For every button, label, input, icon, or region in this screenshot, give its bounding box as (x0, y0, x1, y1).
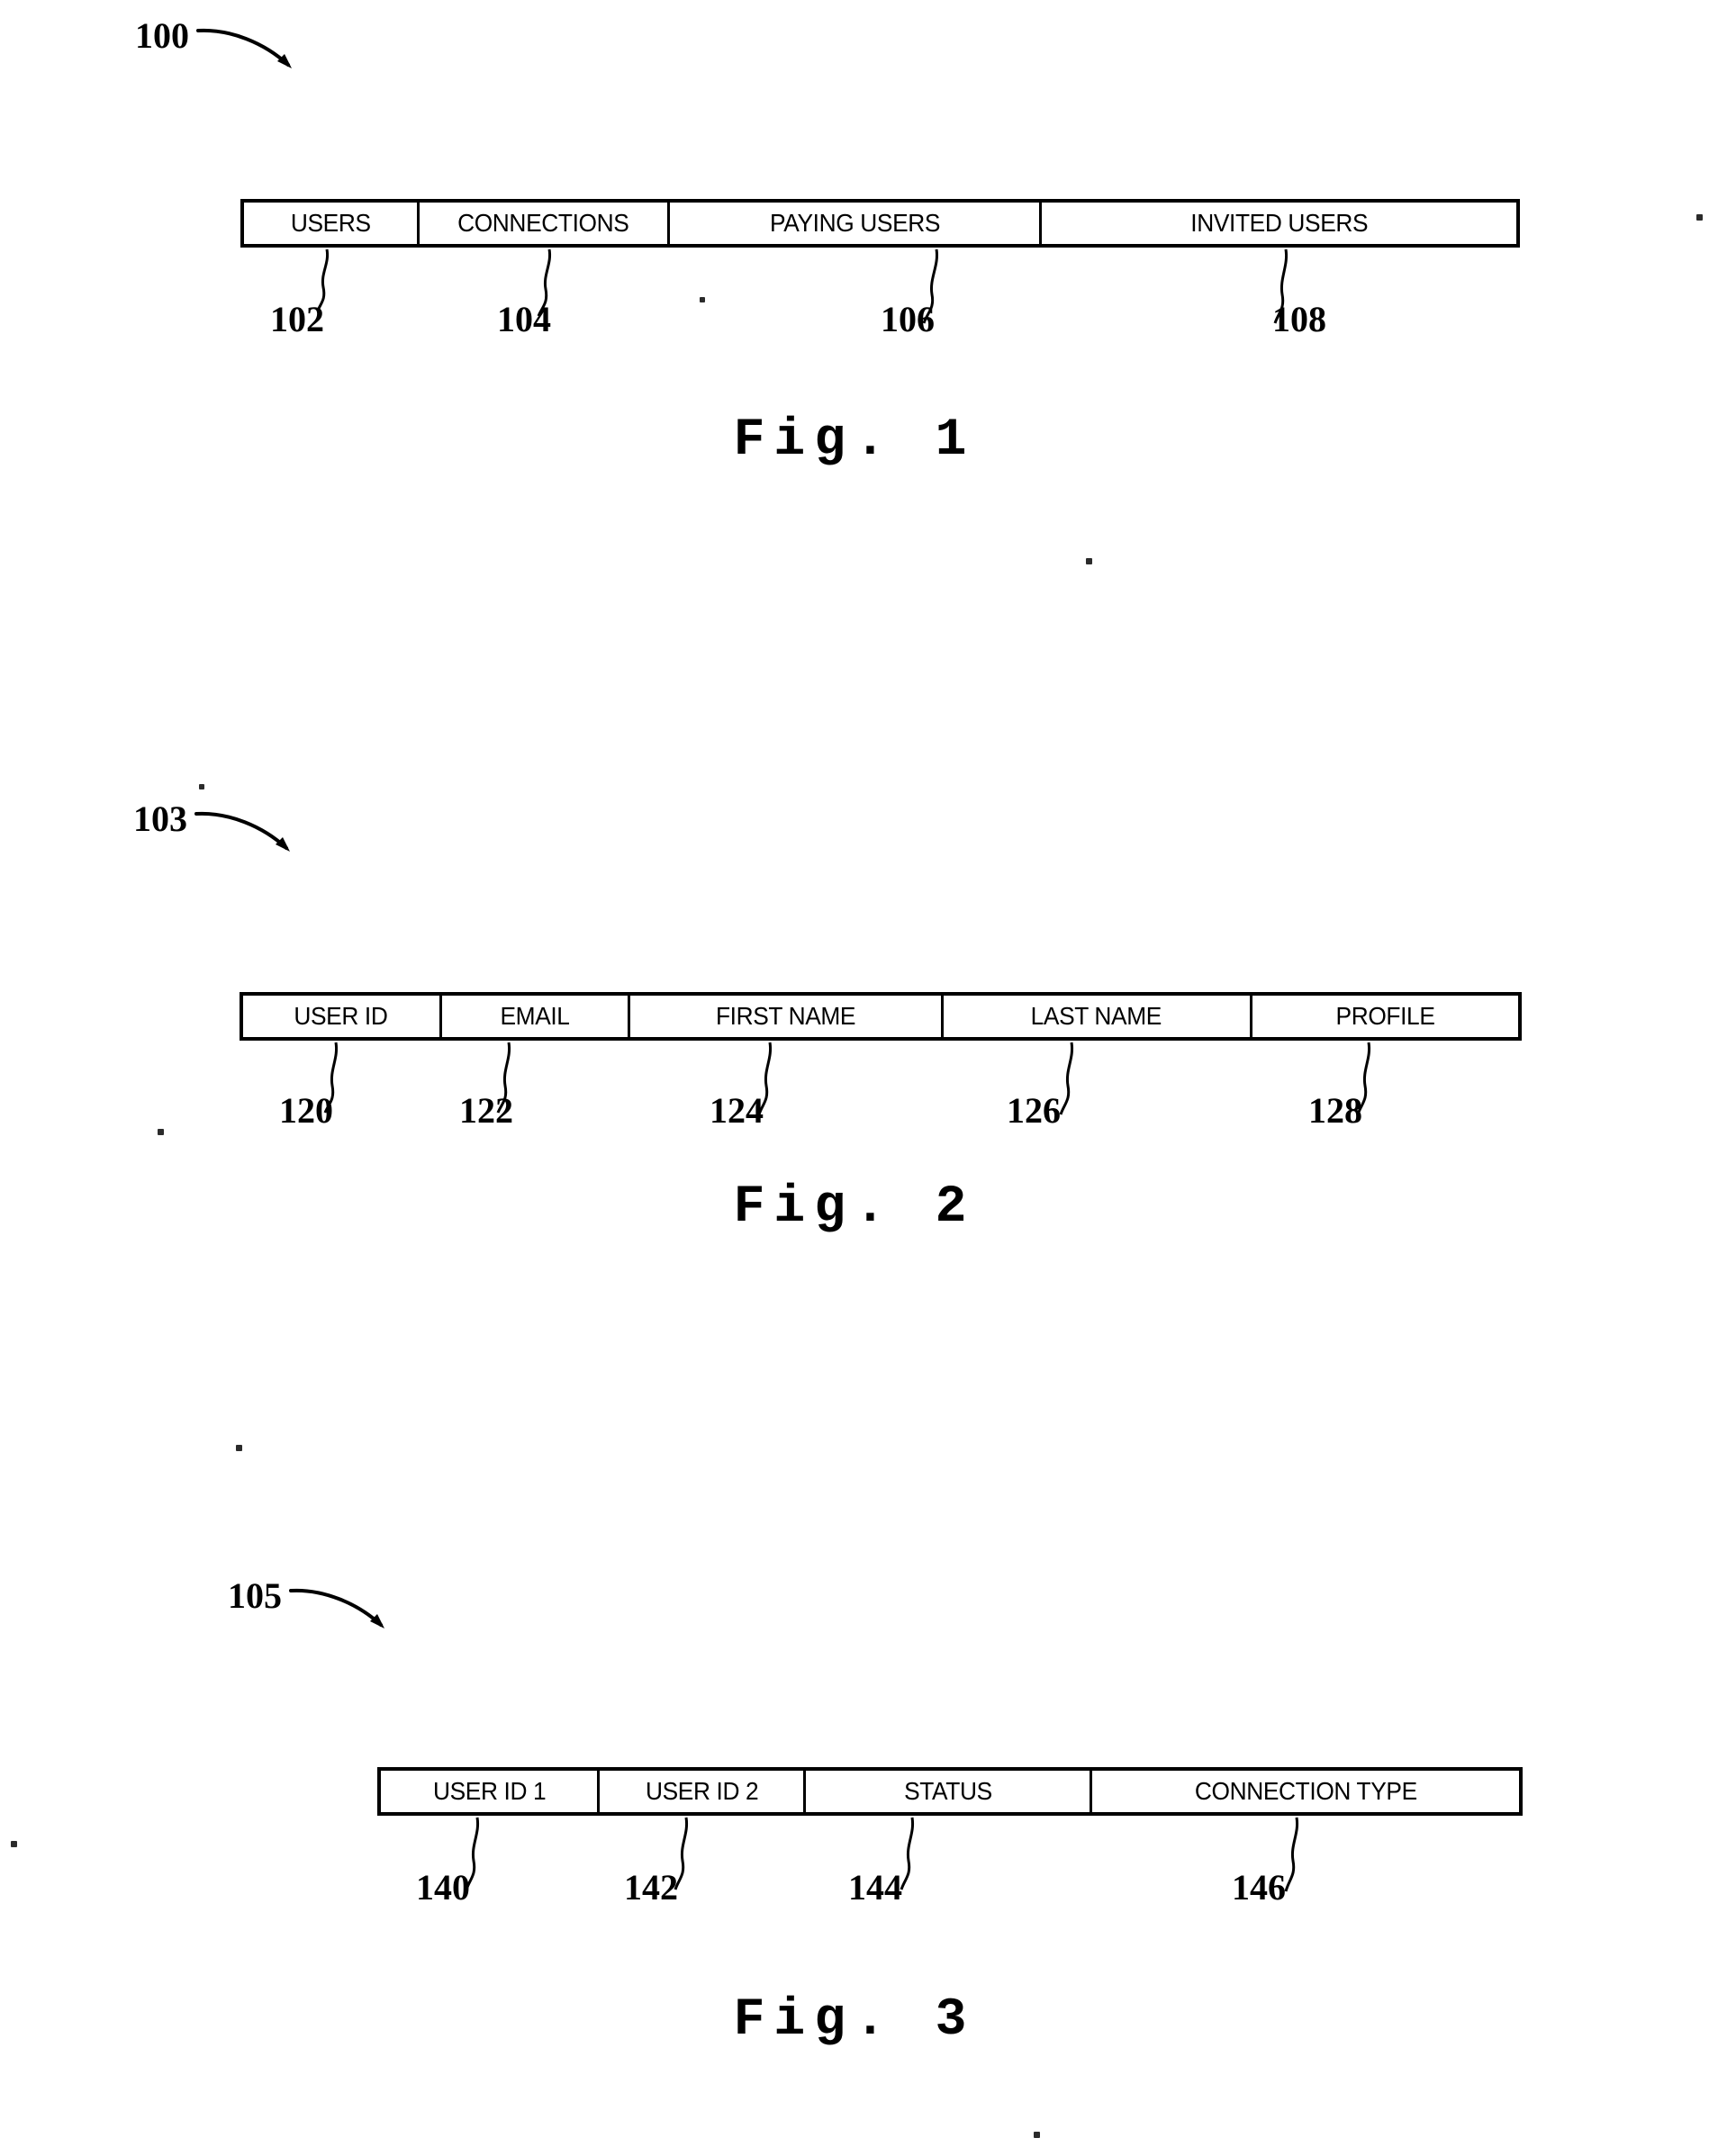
figure-1-cell-users-label: USERS (290, 209, 371, 237)
scan-speck (199, 784, 204, 789)
figure-3-cell-user-id-2-label: USER ID 2 (645, 1777, 759, 1805)
figure-2-cell-last-name-label: LAST NAME (1030, 1002, 1162, 1030)
figure-3-ref-146: 146 (1232, 1867, 1286, 1908)
figure-1-cell-users[interactable]: USERS (244, 203, 420, 244)
figure-2-caption: Fig. 2 (733, 1178, 976, 1237)
figure-3-leader-layer: 140 142 144 146 (0, 1816, 1709, 1924)
figure-1-table: USERS CONNECTIONS PAYING USERS INVITED U… (240, 199, 1520, 248)
figure-1-cell-invited-users-label: INVITED USERS (1190, 209, 1368, 237)
figure-1-reference-callout: 100 (135, 18, 312, 78)
figure-3-cell-status[interactable]: STATUS (806, 1771, 1093, 1812)
figure-3-cell-user-id-1-label: USER ID 1 (432, 1777, 547, 1805)
figure-3-ref-140: 140 (416, 1867, 470, 1908)
scan-speck (1086, 558, 1092, 564)
figure-3-cell-connection-type[interactable]: CONNECTION TYPE (1092, 1771, 1519, 1812)
scan-speck (11, 1841, 17, 1847)
figure-2-cell-user-id[interactable]: USER ID (243, 996, 442, 1037)
figure-2-cell-user-id-label: USER ID (294, 1002, 389, 1030)
scan-speck (1696, 214, 1703, 221)
figure-2-reference-number: 103 (133, 798, 187, 839)
figure-3-table: USER ID 1 USER ID 2 STATUS CONNECTION TY… (377, 1767, 1523, 1816)
figure-1-cell-connections[interactable]: CONNECTIONS (420, 203, 671, 244)
figure-1-cell-connections-label: CONNECTIONS (457, 209, 629, 237)
figure-3-cell-user-id-1[interactable]: USER ID 1 (381, 1771, 601, 1812)
figure-2-ref-122: 122 (459, 1090, 513, 1131)
figure-1-reference-number: 100 (135, 15, 189, 56)
figure-1-caption: Fig. 1 (733, 411, 976, 470)
scan-speck (1034, 2132, 1040, 2138)
figure-1-ref-102: 102 (270, 299, 324, 339)
figure-2-cell-first-name[interactable]: FIRST NAME (630, 996, 944, 1037)
figure-2-ref-124: 124 (710, 1090, 764, 1131)
figure-1-ref-104: 104 (497, 299, 551, 339)
figure-2-cell-first-name-label: FIRST NAME (715, 1002, 856, 1030)
figure-2-leader-layer: 120 122 124 126 128 (0, 1041, 1709, 1149)
figure-2-cell-email-label: EMAIL (500, 1002, 570, 1030)
figure-2: 103 USER ID EMAIL FIRST NAME LAST NAME P… (0, 792, 1709, 1332)
scan-speck (236, 1445, 242, 1451)
figure-3-caption: Fig. 3 (733, 1991, 976, 2050)
figure-1-ref-108: 108 (1272, 299, 1326, 339)
scan-speck (158, 1129, 164, 1135)
figure-3-reference-callout: 105 (228, 1578, 404, 1638)
figure-2-reference-callout: 103 (133, 801, 310, 861)
figure-2-ref-128: 128 (1308, 1090, 1362, 1131)
scan-speck (700, 297, 705, 302)
figure-1-reference-arrow-icon (194, 20, 312, 78)
figure-3-reference-number: 105 (228, 1575, 282, 1616)
figure-3-cell-connection-type-label: CONNECTION TYPE (1194, 1777, 1417, 1805)
figure-2-table: USER ID EMAIL FIRST NAME LAST NAME PROFI… (240, 992, 1522, 1041)
figure-1-cell-paying-users-label: PAYING USERS (769, 209, 940, 237)
figure-2-cell-email[interactable]: EMAIL (442, 996, 630, 1037)
figure-3-ref-144: 144 (848, 1867, 902, 1908)
patent-figure-sheet: 100 USERS CONNECTIONS PAYING USERS INVIT… (0, 0, 1709, 2156)
figure-3-reference-arrow-icon (287, 1580, 404, 1638)
figure-2-ref-126: 126 (1007, 1090, 1061, 1131)
figure-3: 105 USER ID 1 USER ID 2 STATUS CONNECTIO… (0, 1562, 1709, 2120)
figure-1-cell-invited-users[interactable]: INVITED USERS (1042, 203, 1516, 244)
figure-3-cell-status-label: STATUS (903, 1777, 992, 1805)
figure-2-cell-last-name[interactable]: LAST NAME (944, 996, 1252, 1037)
figure-3-cell-user-id-2[interactable]: USER ID 2 (600, 1771, 807, 1812)
figure-1-cell-paying-users[interactable]: PAYING USERS (670, 203, 1043, 244)
figure-2-reference-arrow-icon (193, 803, 310, 861)
figure-2-ref-120: 120 (279, 1090, 333, 1131)
figure-3-ref-142: 142 (624, 1867, 678, 1908)
figure-2-cell-profile-label: PROFILE (1335, 1002, 1435, 1030)
figure-1: 100 USERS CONNECTIONS PAYING USERS INVIT… (0, 0, 1709, 540)
figure-1-ref-106: 106 (881, 299, 935, 339)
figure-1-leader-layer: 102 104 106 108 (0, 248, 1709, 356)
figure-2-cell-profile[interactable]: PROFILE (1252, 996, 1518, 1037)
